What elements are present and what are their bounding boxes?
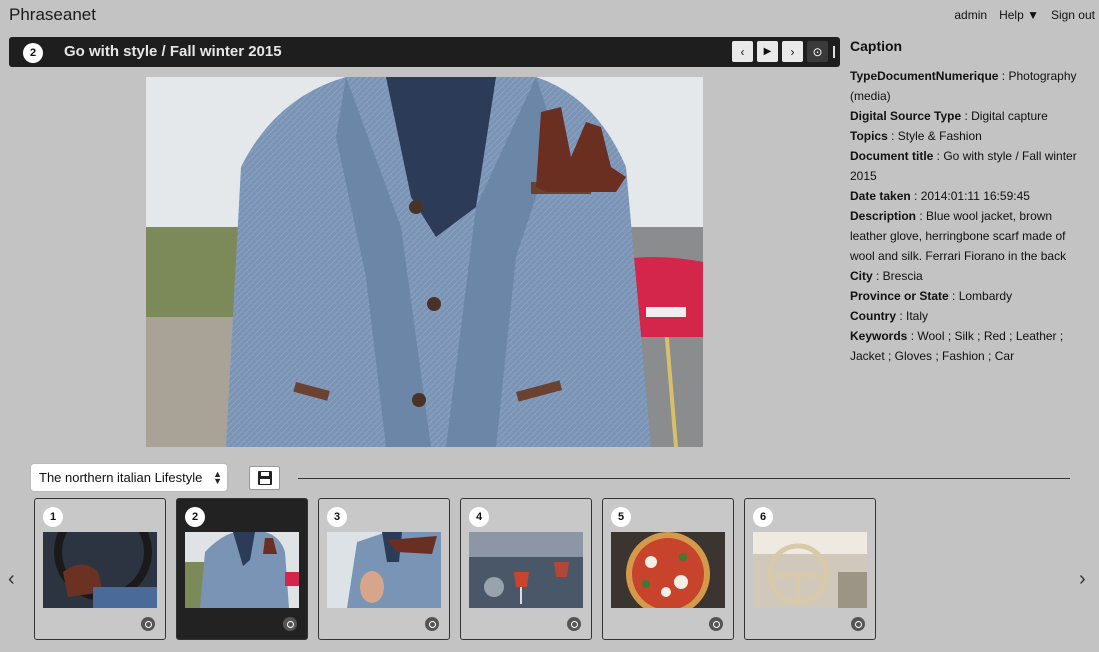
main-preview-image[interactable] [146,77,703,447]
thumbnail-image [185,532,299,608]
viewer-title-bar: 2 Go with style / Fall winter 2015 ‹ ▶ ›… [9,37,840,67]
thumbnail-number: 4 [469,507,489,527]
zoom-icon[interactable] [851,617,865,631]
caption-panel: Caption TypeDocumentNumerique : Photogra… [850,38,1090,366]
thumbnail-2[interactable]: 2 [176,498,308,640]
basket-select-value: The northern italian Lifestyle [39,470,203,485]
caption-field: Digital Source Type : Digital capture [850,109,1048,123]
zoom-icon[interactable] [283,617,297,631]
help-menu[interactable]: Help ▼ [999,8,1039,22]
play-button[interactable]: ▶ [757,41,778,62]
thumbnail-3[interactable]: 3 [318,498,450,640]
caption-field: Province or State : Lombardy [850,289,1013,303]
thumbnail-number: 2 [185,507,205,527]
caption-field: Date taken : 2014:01:11 16:59:45 [850,189,1030,203]
app-title: Phraseanet [9,5,96,24]
thumbnail-image [327,532,441,608]
thumbnail-number: 3 [327,507,347,527]
thumbnail-1[interactable]: 1 [34,498,166,640]
thumbnail-image [753,532,867,608]
caption-field: Description : Blue wool jacket, brown le… [850,209,1067,263]
caption-field: Country : Italy [850,309,929,323]
caption-heading: Caption [850,38,903,54]
thumbnail-number: 5 [611,507,631,527]
thumbnail-number: 6 [753,507,773,527]
caption-field: Document title : Go with style / Fall wi… [850,149,1077,183]
previous-button[interactable]: ‹ [732,41,753,62]
basket-select[interactable]: The northern italian Lifestyle ▲ ▼ [30,463,228,492]
zoom-icon[interactable] [567,617,581,631]
next-button[interactable]: › [782,41,803,62]
options-button[interactable]: ⊙ [807,41,828,62]
divider-line [298,478,1070,479]
record-number-badge: 2 [23,43,43,63]
select-arrows-icon: ▲ ▼ [213,469,222,486]
thumbnail-image [611,532,725,608]
caption-field: Keywords : Wool ; Silk ; Red ; Leather ;… [850,329,1064,363]
zoom-icon[interactable] [141,617,155,631]
thumbnails-prev-arrow[interactable]: ‹ [8,568,15,591]
sign-out-link[interactable]: Sign out [1051,8,1095,22]
floppy-disk-icon [257,471,272,485]
thumbnail-image [43,532,157,608]
bar-divider [833,46,835,58]
zoom-icon[interactable] [425,617,439,631]
thumbnails-next-arrow[interactable]: › [1079,568,1086,591]
caption-field: City : Brescia [850,269,923,283]
thumbnail-5[interactable]: 5 [602,498,734,640]
thumbnail-4[interactable]: 4 [460,498,592,640]
top-navigation: admin Help ▼ Sign out [954,8,1095,22]
record-title: Go with style / Fall winter 2015 [64,43,282,60]
caption-field: TypeDocumentNumerique : Photography (med… [850,69,1077,103]
zoom-icon[interactable] [709,617,723,631]
thumbnail-number: 1 [43,507,63,527]
thumbnail-image [469,532,583,608]
save-basket-button[interactable] [249,466,280,490]
caption-field: Topics : Style & Fashion [850,129,982,143]
thumbnail-6[interactable]: 6 [744,498,876,640]
user-menu[interactable]: admin [954,8,987,22]
